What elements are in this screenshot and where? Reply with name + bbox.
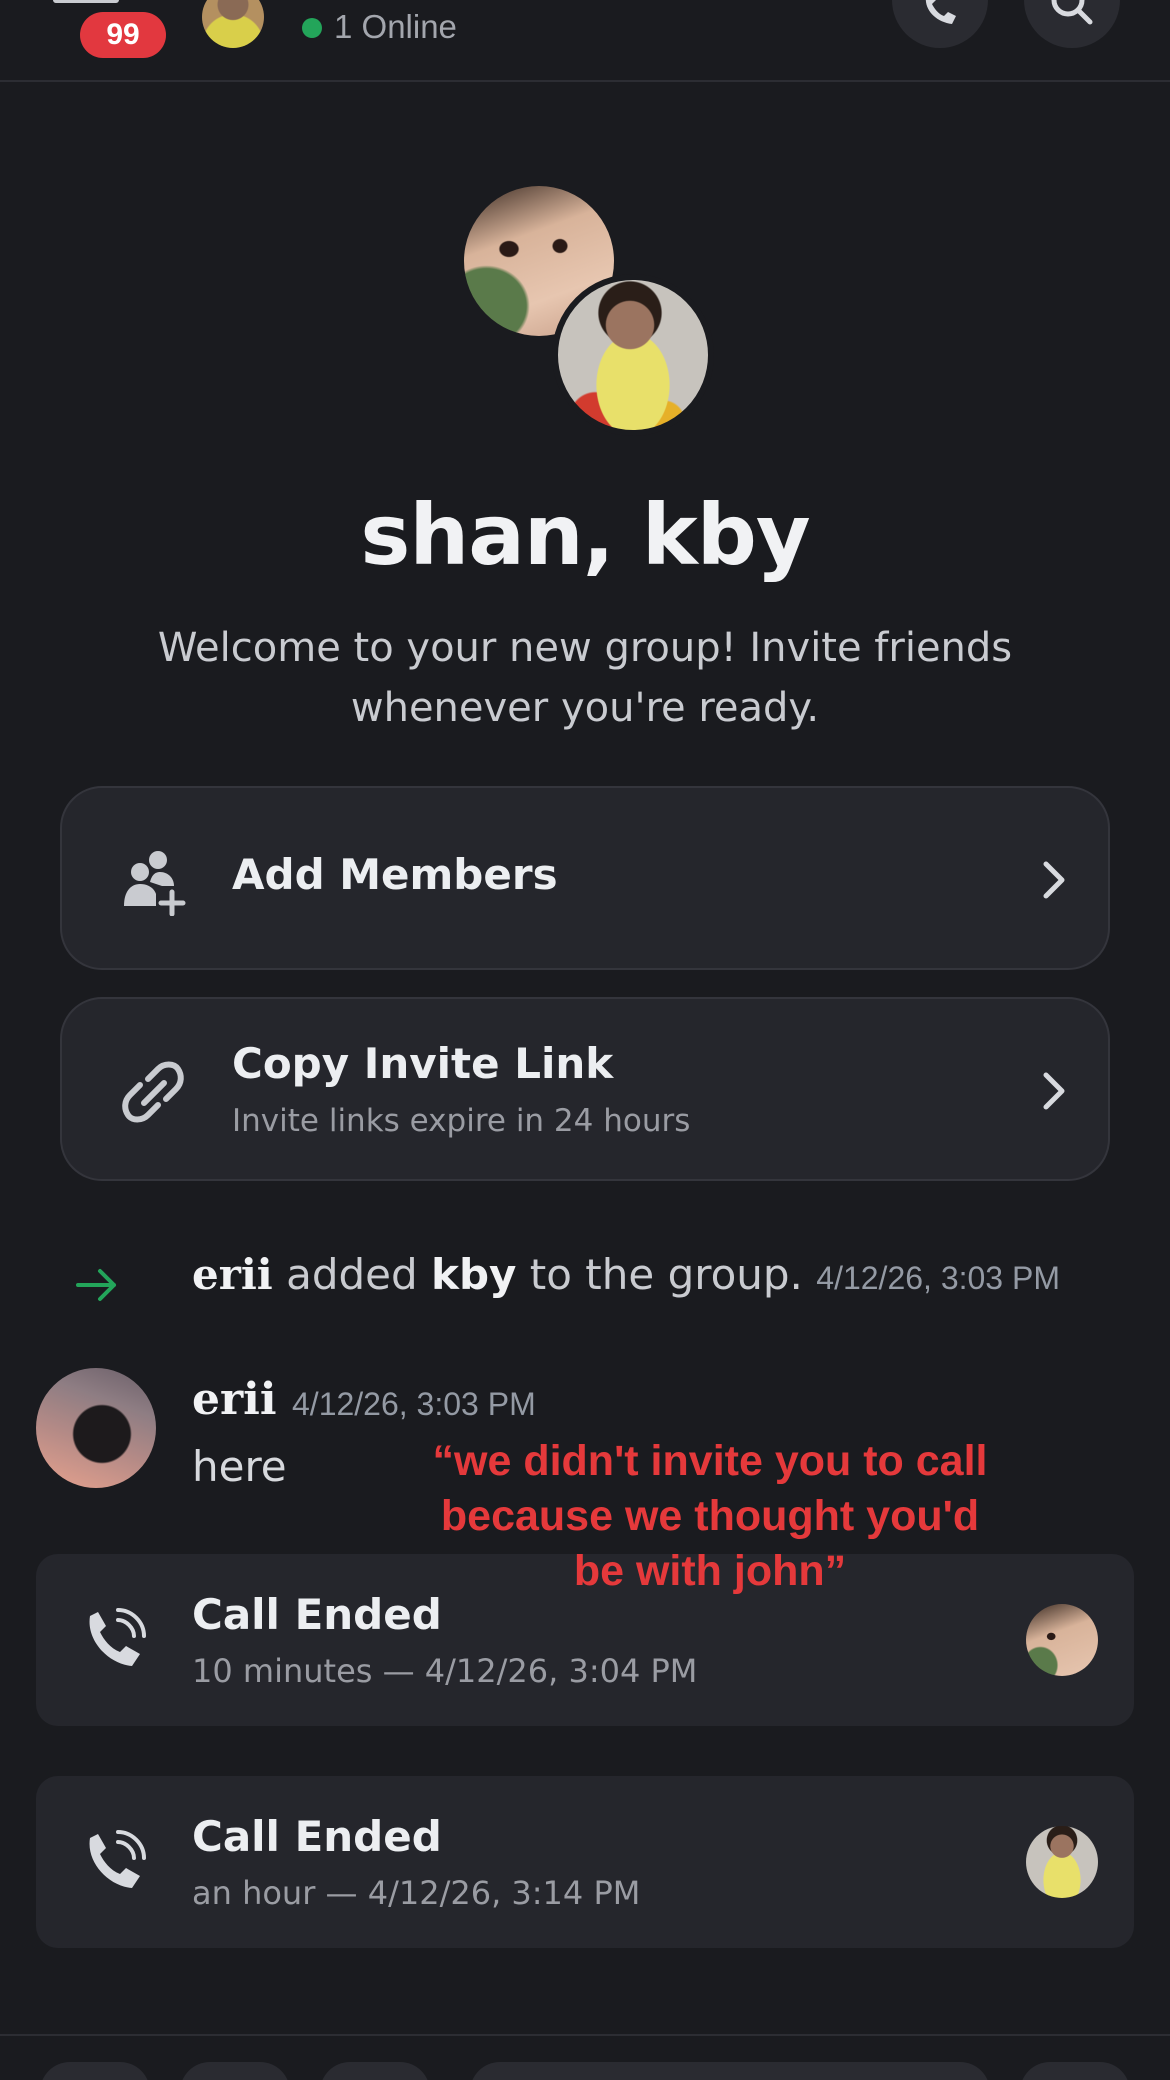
member-avatar-kby — [552, 274, 714, 436]
online-status-dot — [302, 18, 322, 38]
link-icon — [122, 1061, 184, 1123]
system-verb: added — [286, 1250, 418, 1299]
plus-button[interactable] — [40, 2062, 150, 2080]
voice-call-button[interactable] — [892, 0, 988, 48]
overlay-caption: “we didn't invite you to call because we… — [432, 1437, 988, 1595]
actor-name[interactable]: erii — [192, 1250, 273, 1299]
call-detail: an hour — 4/12/26, 3:14 PM — [192, 1874, 641, 1912]
copy-invite-link-button[interactable]: Copy Invite Link Invite links expire in … — [60, 997, 1110, 1181]
phone-call-icon — [89, 1608, 146, 1666]
apps-button[interactable] — [180, 2062, 290, 2080]
invite-expiry-text: Invite links expire in 24 hours — [232, 1103, 691, 1139]
message-text: here — [192, 1442, 287, 1491]
call-participant-avatar — [1026, 1604, 1098, 1676]
join-arrow-icon — [76, 1269, 116, 1301]
group-title: shan, kby — [360, 486, 810, 584]
avatar[interactable] — [36, 1368, 156, 1488]
call-title: Call Ended — [192, 1590, 442, 1639]
call-title: Call Ended — [192, 1812, 442, 1861]
add-members-label: Add Members — [232, 850, 558, 899]
message-timestamp: 4/12/26, 3:03 PM — [292, 1386, 536, 1422]
unread-badge: 99 — [80, 12, 166, 58]
phone-icon — [925, 0, 956, 24]
system-message-text: erii added kby to the group. 4/12/26, 3:… — [192, 1250, 1060, 1299]
group-avatar-small[interactable] — [202, 0, 264, 48]
online-count: 1 Online — [334, 8, 457, 45]
call-detail: 10 minutes — 4/12/26, 3:04 PM — [192, 1652, 698, 1690]
chevron-right-icon — [1043, 1072, 1065, 1110]
bottom-input-bar — [0, 2034, 1170, 2080]
copy-invite-label: Copy Invite Link — [232, 1039, 614, 1088]
system-suffix: to the group. — [529, 1250, 803, 1299]
gift-button[interactable] — [320, 2062, 430, 2080]
call-ended-card[interactable]: Call Ended an hour — 4/12/26, 3:14 PM — [36, 1776, 1134, 1948]
message-input[interactable] — [470, 2062, 990, 2080]
mic-button[interactable] — [1020, 2062, 1130, 2080]
system-message-member-added: erii added kby to the group. 4/12/26, 3:… — [0, 1250, 1170, 1320]
phone-call-icon — [89, 1830, 146, 1888]
search-icon — [1051, 0, 1093, 25]
chevron-right-icon — [1043, 861, 1065, 899]
message-author[interactable]: erii — [192, 1374, 277, 1425]
welcome-text: Welcome to your new group! Invite friend… — [157, 625, 1013, 731]
system-timestamp: 4/12/26, 3:03 PM — [816, 1260, 1060, 1296]
add-user-icon — [124, 851, 186, 916]
target-name[interactable]: kby — [431, 1250, 516, 1299]
call-participant-avatar — [1026, 1826, 1098, 1898]
add-members-button[interactable]: Add Members — [60, 786, 1110, 970]
top-bar: 99 1 Online — [0, 0, 1170, 82]
search-button[interactable] — [1024, 0, 1120, 48]
